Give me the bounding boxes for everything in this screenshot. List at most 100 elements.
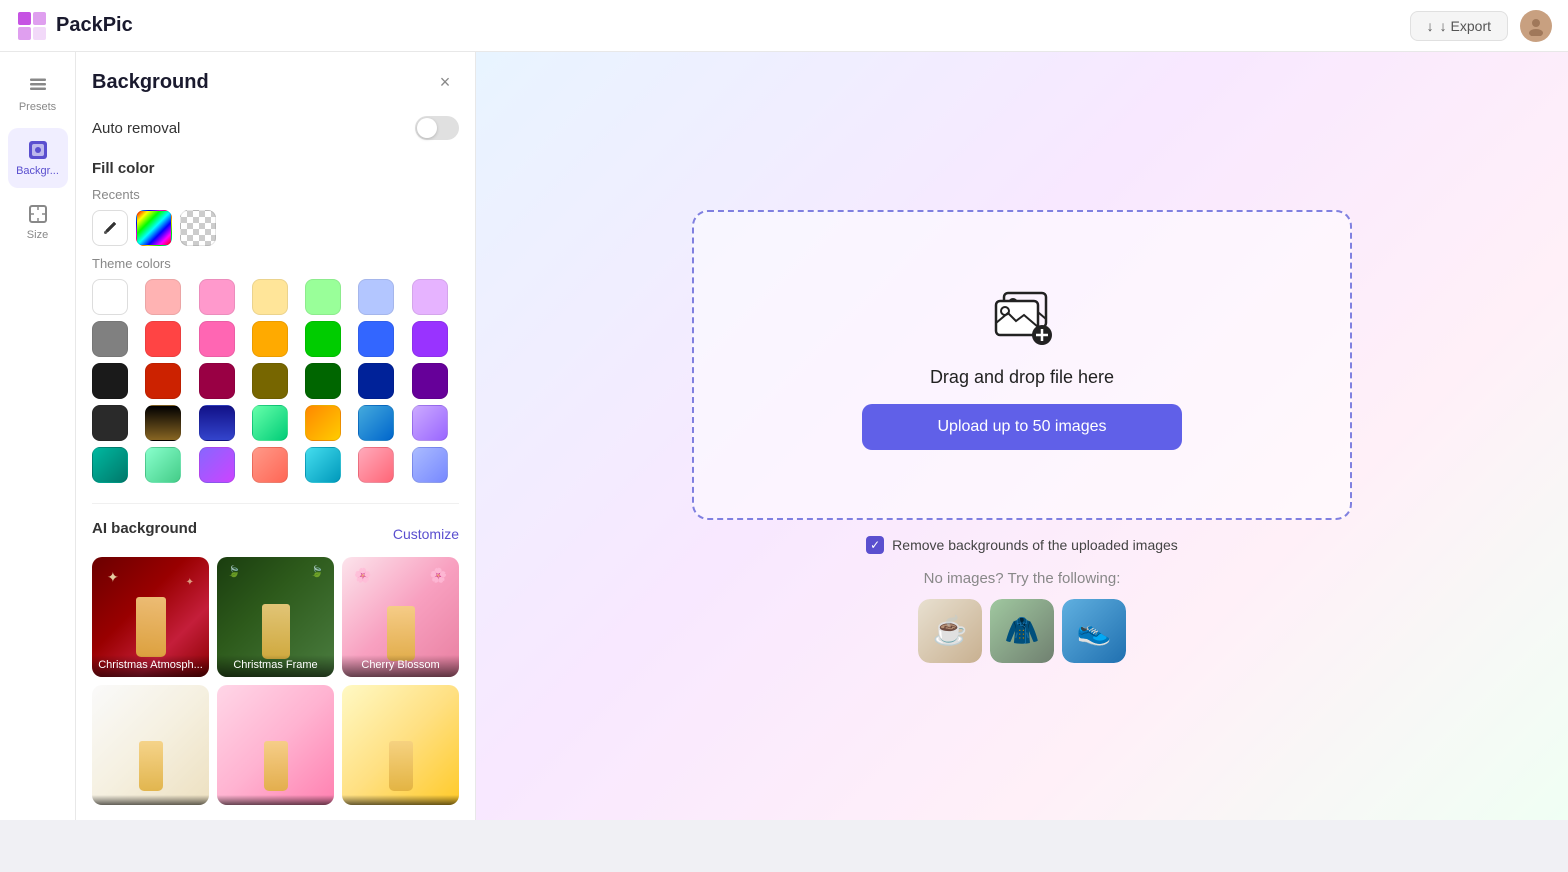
color-swatch-dark-red[interactable] <box>145 363 181 399</box>
ai-bg-christmas-frame[interactable]: 🍃 🍃 Christmas Frame <box>217 557 334 677</box>
yellow-flowers-bg <box>342 685 459 805</box>
app-name: PackPic <box>56 14 133 37</box>
recents-row <box>92 210 459 246</box>
background-panel: Background × Auto removal Fill color Rec… <box>76 52 476 820</box>
ai-bg-header: AI background Customize <box>92 520 459 547</box>
color-swatch-light-pink[interactable] <box>199 279 235 315</box>
color-swatch-dark-green[interactable] <box>305 363 341 399</box>
color-swatch-pink[interactable] <box>199 321 235 357</box>
sample-images-row: ☕ 🧥 👟 <box>918 599 1126 663</box>
color-swatch-purple[interactable] <box>412 321 448 357</box>
recents-label: Recents <box>92 187 459 202</box>
color-swatch-teal-grad[interactable] <box>92 447 128 483</box>
theme-colors-label: Theme colors <box>92 256 459 271</box>
sidebar-item-presets[interactable]: Presets <box>8 64 68 124</box>
color-swatch-grad-bronze[interactable] <box>145 405 181 441</box>
export-button[interactable]: ↓ ↓ Export <box>1410 11 1508 41</box>
color-swatch-red[interactable] <box>145 321 181 357</box>
sidebar-item-background[interactable]: Backgr... <box>8 128 68 188</box>
sample-image-shoe[interactable]: 👟 <box>1062 599 1126 663</box>
ai-bg-yellow-flowers[interactable] <box>342 685 459 805</box>
color-swatch-violet-grad[interactable] <box>199 447 235 483</box>
export-label: ↓ Export <box>1440 18 1491 34</box>
canvas-content: Drag and drop file here Upload up to 50 … <box>692 210 1352 663</box>
divider <box>92 503 459 504</box>
background-icon <box>27 139 49 161</box>
color-swatch-peach-grad[interactable] <box>252 447 288 483</box>
color-swatch-orange[interactable] <box>252 321 288 357</box>
sidebar-label-size: Size <box>27 229 48 241</box>
export-icon: ↓ <box>1427 18 1434 34</box>
ai-bg-christmas-atm[interactable]: ✦ ✦ Christmas Atmosph... <box>92 557 209 677</box>
pink-flowers-label <box>217 795 334 805</box>
size-icon <box>27 203 49 225</box>
ai-bg-cherry-blossom[interactable]: 🌸 🌸 Cherry Blossom <box>342 557 459 677</box>
fill-color-title: Fill color <box>92 160 459 177</box>
app-header: PackPic ↓ ↓ Export <box>0 0 1568 52</box>
auto-removal-label: Auto removal <box>92 120 180 137</box>
logo-icon <box>16 10 48 42</box>
color-swatch-dark-pink[interactable] <box>199 363 235 399</box>
color-swatch-blue[interactable] <box>358 321 394 357</box>
color-swatch-brown[interactable] <box>252 363 288 399</box>
layers-icon <box>27 75 49 97</box>
user-avatar[interactable] <box>1520 10 1552 42</box>
white-flowers-bg <box>92 685 209 805</box>
star-dec: ✦ <box>107 569 119 586</box>
color-swatch-gray[interactable] <box>92 321 128 357</box>
ai-bg-white-flowers[interactable] <box>92 685 209 805</box>
ai-bg-pink-flowers[interactable] <box>217 685 334 805</box>
cherry-blossom-label: Cherry Blossom <box>342 655 459 677</box>
sidebar-item-size[interactable]: Size <box>8 192 68 252</box>
no-images-section: No images? Try the following: ☕ 🧥 👟 <box>918 570 1126 663</box>
color-swatch-light-red[interactable] <box>145 279 181 315</box>
blossom2: 🌸 <box>430 567 447 584</box>
bottle-shape3 <box>387 606 415 661</box>
sidebar-label-background: Backgr... <box>16 165 59 177</box>
panel-close-button[interactable]: × <box>431 68 459 96</box>
color-swatch-lime-grad[interactable] <box>145 447 181 483</box>
color-swatch-light-purple[interactable] <box>412 279 448 315</box>
sample-image-jacket[interactable]: 🧥 <box>990 599 1054 663</box>
panel-title: Background <box>92 71 209 94</box>
color-swatch-grad-amber[interactable] <box>305 405 341 441</box>
header-actions: ↓ ↓ Export <box>1410 10 1552 42</box>
remove-bg-checkbox[interactable]: ✓ <box>866 536 884 554</box>
customize-link[interactable]: Customize <box>393 526 459 542</box>
ai-bg-title: AI background <box>92 520 197 537</box>
color-swatch-grad-lavender[interactable] <box>412 405 448 441</box>
color-swatch-grad-sky[interactable] <box>358 405 394 441</box>
app-logo[interactable]: PackPic <box>16 10 133 42</box>
avatar-icon <box>1526 16 1546 36</box>
transparent-swatch[interactable] <box>180 210 216 246</box>
upload-button[interactable]: Upload up to 50 images <box>862 404 1182 450</box>
upload-zone[interactable]: Drag and drop file here Upload up to 50 … <box>692 210 1352 520</box>
color-swatch-grad-mint[interactable] <box>252 405 288 441</box>
leaf: 🍃 <box>227 565 241 578</box>
color-swatch-light-green[interactable] <box>305 279 341 315</box>
color-swatch-white[interactable] <box>92 279 128 315</box>
color-picker-swatch[interactable] <box>92 210 128 246</box>
color-swatch-light-yellow[interactable] <box>252 279 288 315</box>
sample-image-coffee[interactable]: ☕ <box>918 599 982 663</box>
fill-color-section: Fill color Recents Theme colors <box>92 160 459 483</box>
color-swatch-indigo-grad[interactable] <box>412 447 448 483</box>
color-swatch-cyan-grad[interactable] <box>305 447 341 483</box>
auto-removal-row: Auto removal <box>92 116 459 140</box>
christmas-atm-label: Christmas Atmosph... <box>92 655 209 677</box>
color-swatch-light-blue[interactable] <box>358 279 394 315</box>
ai-bg-grid: ✦ ✦ Christmas Atmosph... 🍃 🍃 Christmas F… <box>92 557 459 805</box>
auto-removal-toggle[interactable] <box>415 116 459 140</box>
main-layout: Presets Backgr... Size Background × <box>0 52 1568 820</box>
ai-background-section: AI background Customize ✦ ✦ Christmas At… <box>92 520 459 805</box>
color-swatch-dark-blue[interactable] <box>358 363 394 399</box>
rainbow-swatch[interactable] <box>136 210 172 246</box>
shoe-thumb: 👟 <box>1062 599 1126 663</box>
color-swatch-black[interactable] <box>92 363 128 399</box>
color-swatch-grad-navy[interactable] <box>199 405 235 441</box>
coffee-thumb: ☕ <box>918 599 982 663</box>
color-swatch-grad-black[interactable] <box>92 405 128 441</box>
color-swatch-green[interactable] <box>305 321 341 357</box>
color-swatch-rose-grad[interactable] <box>358 447 394 483</box>
color-swatch-dark-purple[interactable] <box>412 363 448 399</box>
